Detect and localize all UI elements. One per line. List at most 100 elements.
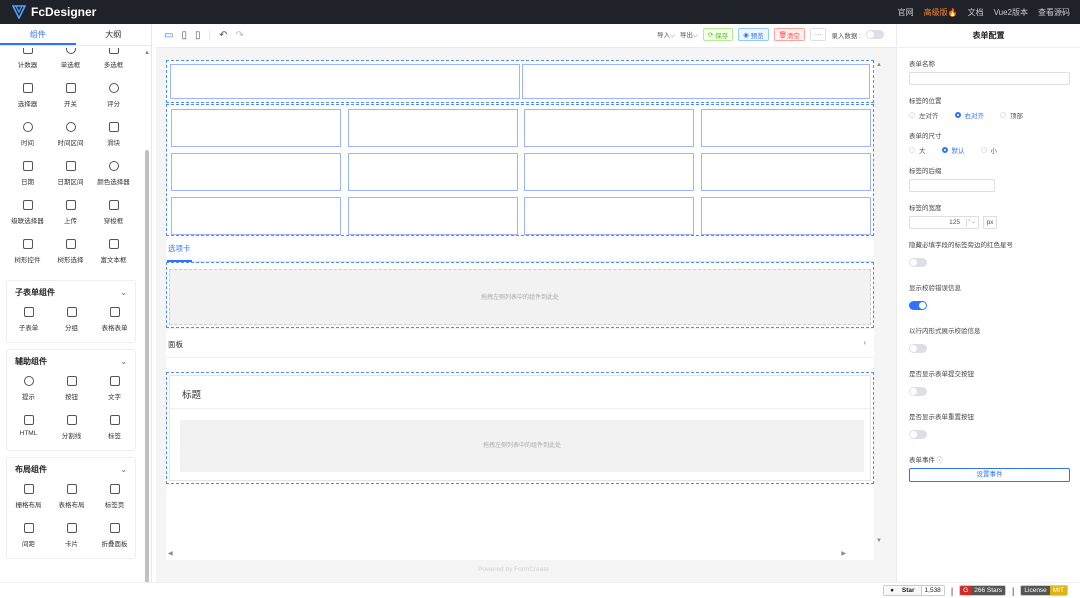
component-item[interactable]: 时间 <box>6 118 49 157</box>
more-button[interactable]: ··· <box>809 28 827 41</box>
table-cell[interactable] <box>524 153 694 191</box>
save-button[interactable]: ⟳ 保存 <box>702 28 734 41</box>
component-item[interactable]: 穿梭框 <box>92 196 135 235</box>
component-item[interactable]: 级联选择器 <box>6 196 49 235</box>
component-item[interactable]: 卡片 <box>50 519 93 558</box>
nav-vue2[interactable]: Vue2版本 <box>994 7 1028 18</box>
gitee-stars-badge[interactable]: G 266 Stars <box>959 585 1007 596</box>
mobile-view-icon[interactable]: ▯ <box>195 30 201 41</box>
grid-col-cell[interactable] <box>522 64 870 99</box>
group-header[interactable]: 辅助组件 ⌄ <box>7 350 135 372</box>
label-suffix-input[interactable] <box>909 179 995 192</box>
grid-row-block[interactable] <box>166 60 874 103</box>
group-header[interactable]: 子表单组件 ⌄ <box>7 281 135 303</box>
desktop-view-icon[interactable]: ▭ <box>164 30 173 41</box>
scroll-right-icon[interactable]: ▶ <box>841 550 846 557</box>
radio-option[interactable]: 右对齐 <box>954 110 984 120</box>
hide-star-toggle[interactable] <box>909 258 927 268</box>
radio-option[interactable]: 小 <box>980 145 997 155</box>
redo-icon[interactable]: ↷ <box>235 30 243 41</box>
group-header[interactable]: 布局组件 ⌄ <box>7 458 135 480</box>
scroll-up-arrow-icon[interactable]: ▲ <box>144 50 150 56</box>
component-item[interactable]: 提示 <box>7 372 50 411</box>
undo-icon[interactable]: ↶ <box>219 30 227 41</box>
component-item[interactable]: 分割线 <box>50 411 93 450</box>
component-item[interactable]: 折叠面板 <box>93 519 136 558</box>
component-item[interactable]: 树形控件 <box>6 235 49 274</box>
scroll-left-icon[interactable]: ◀ <box>168 550 173 557</box>
import-dropdown[interactable]: 导入⌵ <box>657 29 675 40</box>
tabs-component[interactable]: 选项卡 <box>166 236 874 262</box>
scroll-thumb[interactable] <box>145 150 149 582</box>
component-item[interactable]: 表格布局 <box>50 480 93 519</box>
label-width-input[interactable]: 125 ⌃⌄ <box>909 216 979 229</box>
preview-button[interactable]: ◉ 预览 <box>738 28 769 41</box>
component-item[interactable]: 颜色选择器 <box>92 157 135 196</box>
component-item[interactable]: 间距 <box>7 519 50 558</box>
component-item[interactable]: 树形选择 <box>49 235 92 274</box>
label-width-unit[interactable]: px <box>983 216 997 229</box>
form-name-input[interactable] <box>909 72 1070 85</box>
component-item[interactable]: 单选框 <box>49 48 92 79</box>
license-badge[interactable]: License MIT <box>1020 585 1068 596</box>
chevron-right-icon[interactable]: › <box>863 338 866 347</box>
tab-pane[interactable]: 拖拽左侧列表中的组件到此处 <box>166 262 874 328</box>
tablet-view-icon[interactable]: ▯ <box>181 30 187 41</box>
table-cell[interactable] <box>171 153 341 191</box>
component-item[interactable]: 计数器 <box>6 48 49 79</box>
app-logo[interactable]: FcDesigner <box>12 5 96 19</box>
show-error-toggle[interactable] <box>909 301 927 311</box>
card-drop-area[interactable]: 拖拽左侧列表中的组件到此处 <box>180 420 864 472</box>
nav-source[interactable]: 查看源码 <box>1038 7 1070 18</box>
component-item[interactable]: 标签页 <box>93 480 136 519</box>
stepper-arrows-icon[interactable]: ⌃⌄ <box>966 218 976 227</box>
radio-option[interactable]: 顶部 <box>1000 110 1023 120</box>
export-dropdown[interactable]: 导出⌵ <box>680 29 698 40</box>
component-item[interactable]: 时间区间 <box>49 118 92 157</box>
component-item[interactable]: HTML <box>7 411 50 450</box>
radio-option[interactable]: 左对齐 <box>909 110 939 120</box>
clear-button[interactable]: 🗑 清空 <box>773 28 805 41</box>
tab-outline[interactable]: 大纲 <box>76 24 152 45</box>
radio-option[interactable]: 默认 <box>941 145 965 155</box>
table-cell[interactable] <box>524 109 694 147</box>
collapse-panel[interactable]: 面板 › <box>166 328 874 358</box>
component-item[interactable]: 表格表单 <box>93 303 136 342</box>
component-item[interactable]: 多选框 <box>92 48 135 79</box>
github-star-badge[interactable]: ● Star 1,538 <box>883 585 945 596</box>
canvas-scroll-down-icon[interactable]: ▼ <box>876 538 882 544</box>
component-item[interactable]: 文字 <box>93 372 136 411</box>
component-item[interactable]: 标签 <box>93 411 136 450</box>
nav-official-site[interactable]: 官网 <box>898 7 914 18</box>
chevron-down-icon[interactable]: ⌄ <box>120 288 127 297</box>
chevron-down-icon[interactable]: ⌄ <box>120 357 127 366</box>
component-item[interactable]: 按钮 <box>50 372 93 411</box>
component-item[interactable]: 上传 <box>49 196 92 235</box>
component-item[interactable]: 子表单 <box>7 303 50 342</box>
grid-col-cell[interactable] <box>170 64 520 99</box>
component-item[interactable]: 选择器 <box>6 79 49 118</box>
component-item[interactable]: 开关 <box>49 79 92 118</box>
left-scrollbar[interactable]: ▲ ▼ <box>143 50 151 582</box>
radio-option[interactable]: 大 <box>909 145 926 155</box>
tab-label[interactable]: 选项卡 <box>168 243 191 254</box>
horizontal-scrollbar[interactable]: ◀ ▶ <box>168 550 868 558</box>
reset-button-toggle[interactable] <box>909 430 927 440</box>
submit-button-toggle[interactable] <box>909 387 927 397</box>
component-item[interactable]: 日期区间 <box>49 157 92 196</box>
table-cell[interactable] <box>700 197 871 235</box>
canvas-scroll-up-icon[interactable]: ▲ <box>876 62 882 68</box>
tab-drop-area[interactable]: 拖拽左侧列表中的组件到此处 <box>169 269 871 325</box>
table-cell[interactable] <box>700 153 871 191</box>
component-item[interactable]: 栅格布局 <box>7 480 50 519</box>
component-item[interactable]: 富文本框 <box>92 235 135 274</box>
component-item[interactable]: 日期 <box>6 157 49 196</box>
table-cell[interactable] <box>347 109 518 147</box>
set-events-button[interactable]: 设置事件 <box>909 468 1070 482</box>
table-cell[interactable] <box>347 153 518 191</box>
card-component[interactable]: 标题 拖拽左侧列表中的组件到此处 <box>166 372 874 484</box>
table-cell[interactable] <box>700 109 871 147</box>
nav-pro-version[interactable]: 高级版🔥 <box>924 7 958 18</box>
component-item[interactable]: 滑块 <box>92 118 135 157</box>
component-item[interactable]: 评分 <box>92 79 135 118</box>
